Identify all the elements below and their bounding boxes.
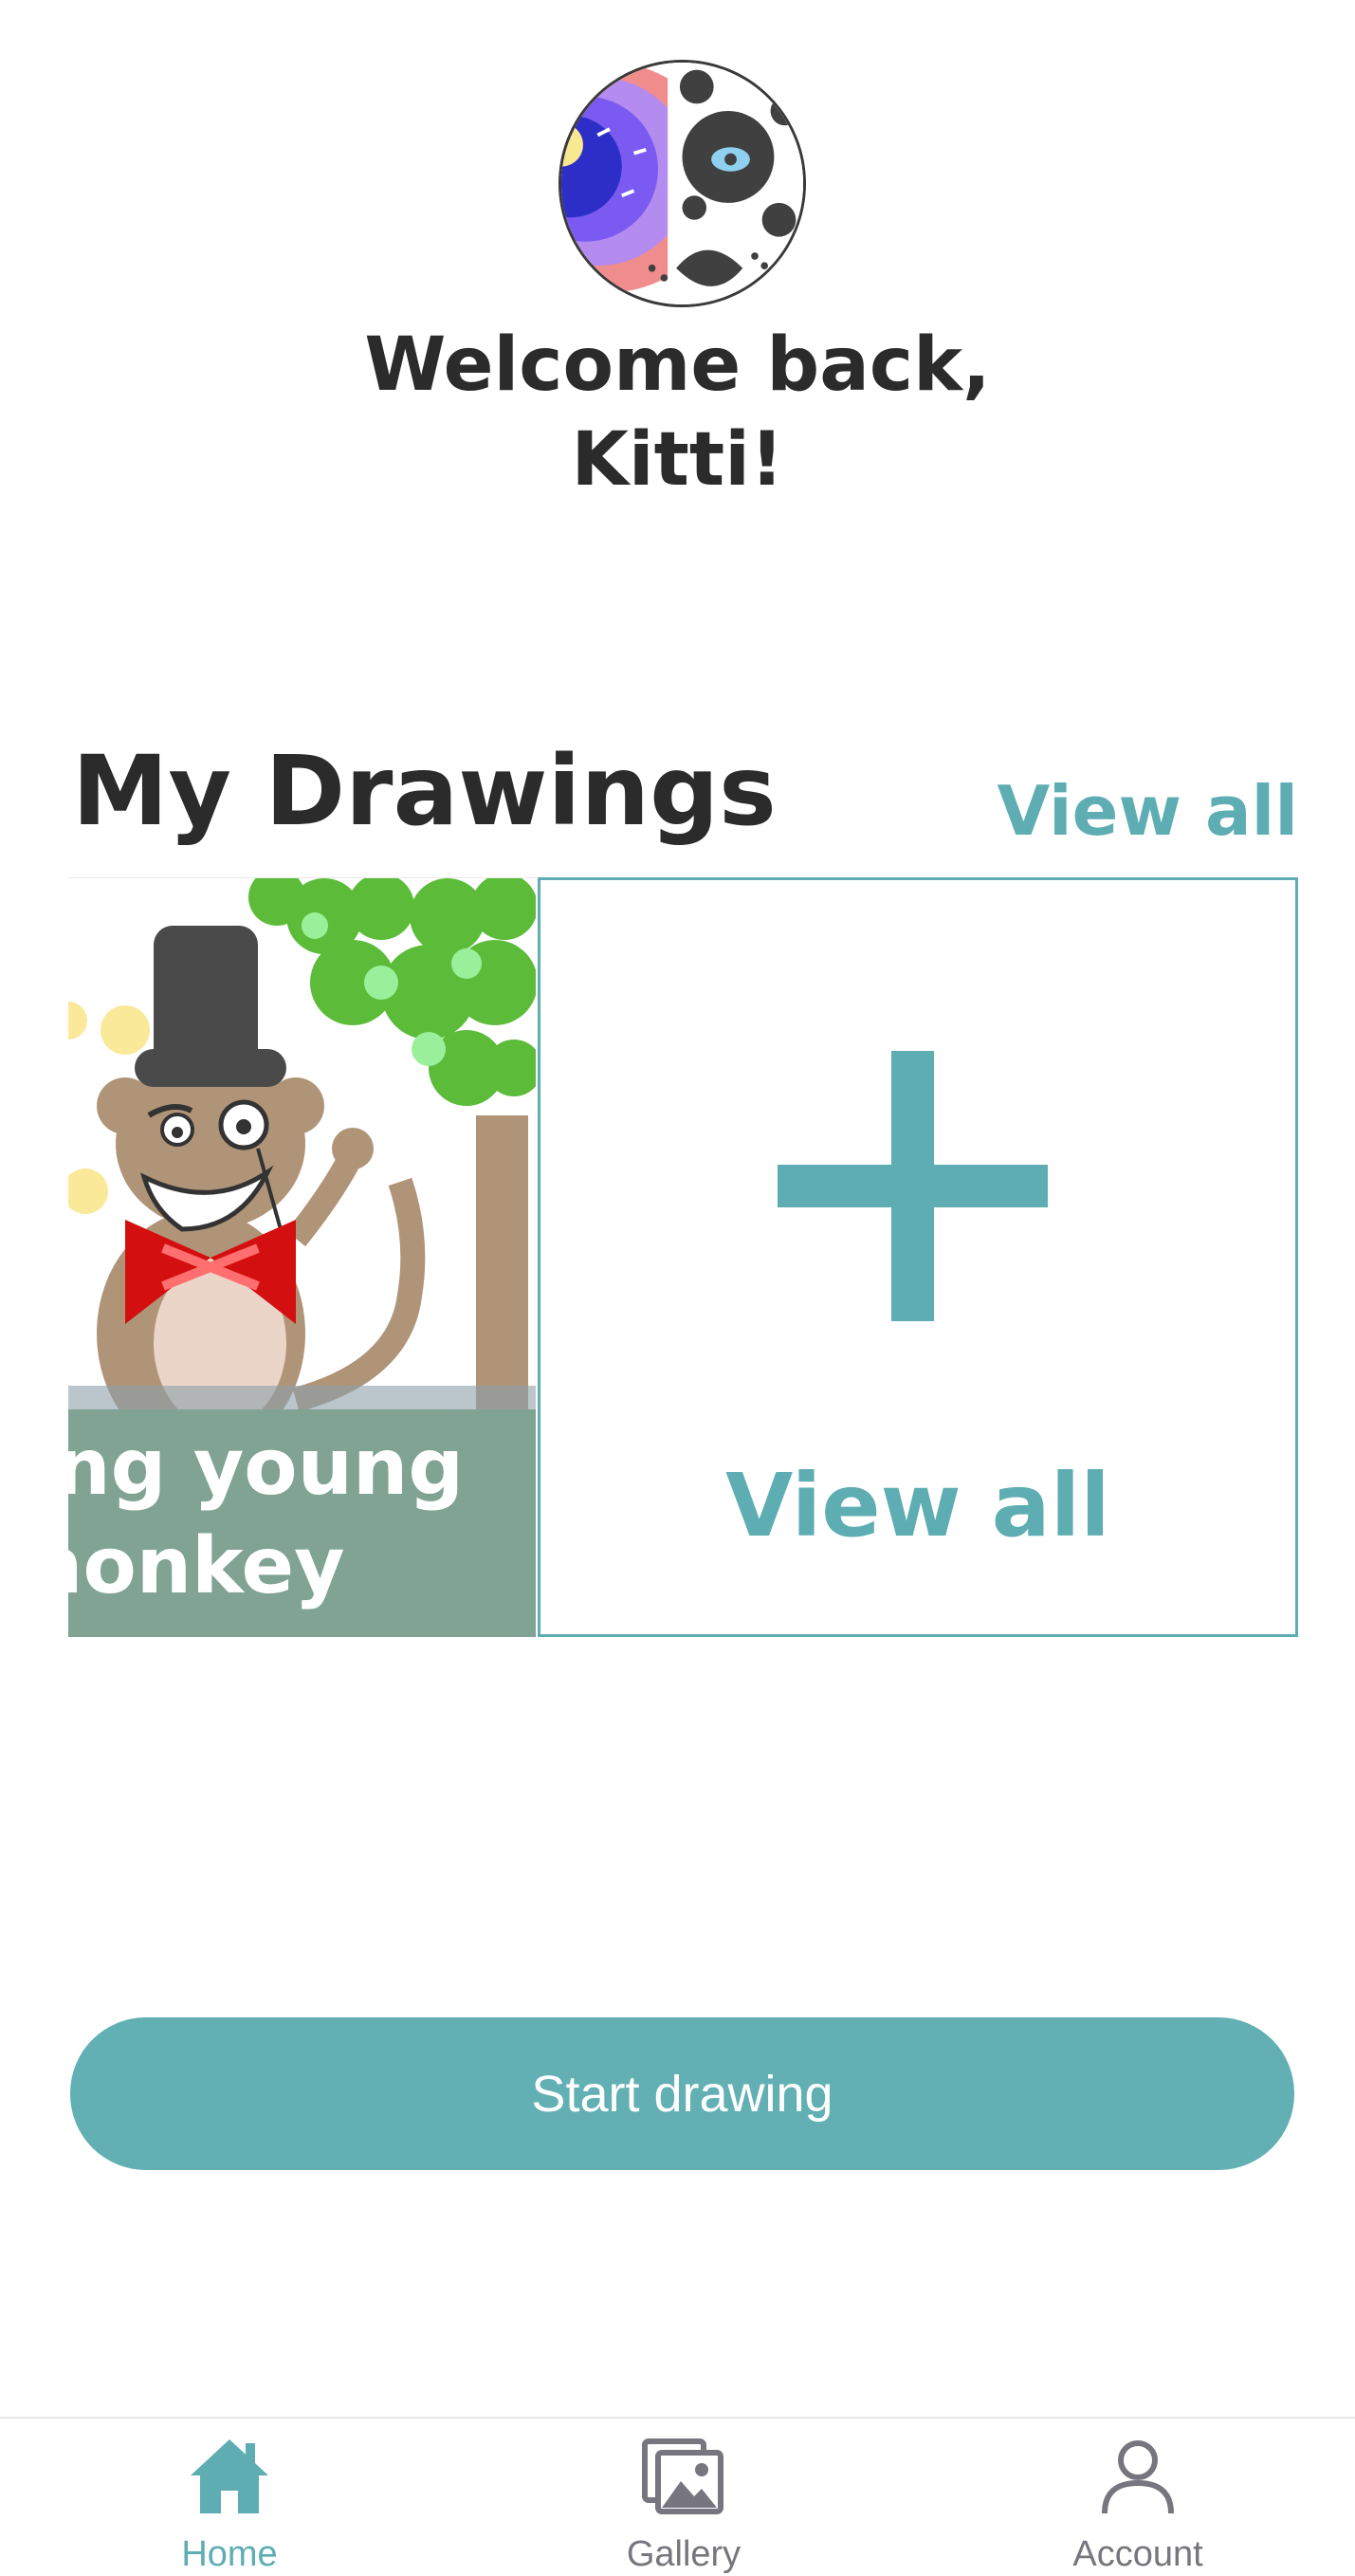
nav-item-account[interactable]: Account — [996, 2419, 1280, 2576]
welcome-line-1: Welcome back, — [364, 322, 991, 408]
account-icon — [1102, 2440, 1174, 2514]
start-drawing-button[interactable]: Start drawing — [70, 2017, 1294, 2170]
home-screen: Welcome back, Kitti! My Drawings View al… — [0, 0, 1355, 2576]
welcome-line-2: Kitti! — [571, 417, 784, 503]
drawing-card[interactable]: ling young monkey — [68, 877, 536, 1637]
nav-item-gallery[interactable]: Gallery — [541, 2419, 826, 2576]
my-drawings-title: My Drawings — [72, 735, 777, 848]
bottom-nav: Home Gallery Account — [0, 2417, 1355, 2576]
gallery-icon — [642, 2438, 723, 2514]
view-all-link[interactable]: View all — [998, 768, 1299, 854]
plus-icon — [778, 1051, 1048, 1321]
avatar[interactable] — [558, 60, 806, 307]
drawing-caption: ling young monkey — [68, 1423, 465, 1611]
view-all-card[interactable]: View all — [538, 877, 1298, 1637]
home-icon — [191, 2439, 268, 2513]
avatar-art-icon — [561, 63, 803, 304]
nav-item-home[interactable]: Home — [87, 2419, 372, 2576]
view-all-card-label: View all — [725, 1455, 1110, 1556]
nav-label-account: Account — [1072, 2534, 1203, 2574]
drawings-carousel[interactable]: ling young monkey View all — [68, 877, 1298, 1637]
nav-label-gallery: Gallery — [626, 2534, 742, 2574]
welcome-heading: Welcome back, Kitti! — [0, 318, 1355, 507]
nav-label-home: Home — [181, 2534, 278, 2574]
